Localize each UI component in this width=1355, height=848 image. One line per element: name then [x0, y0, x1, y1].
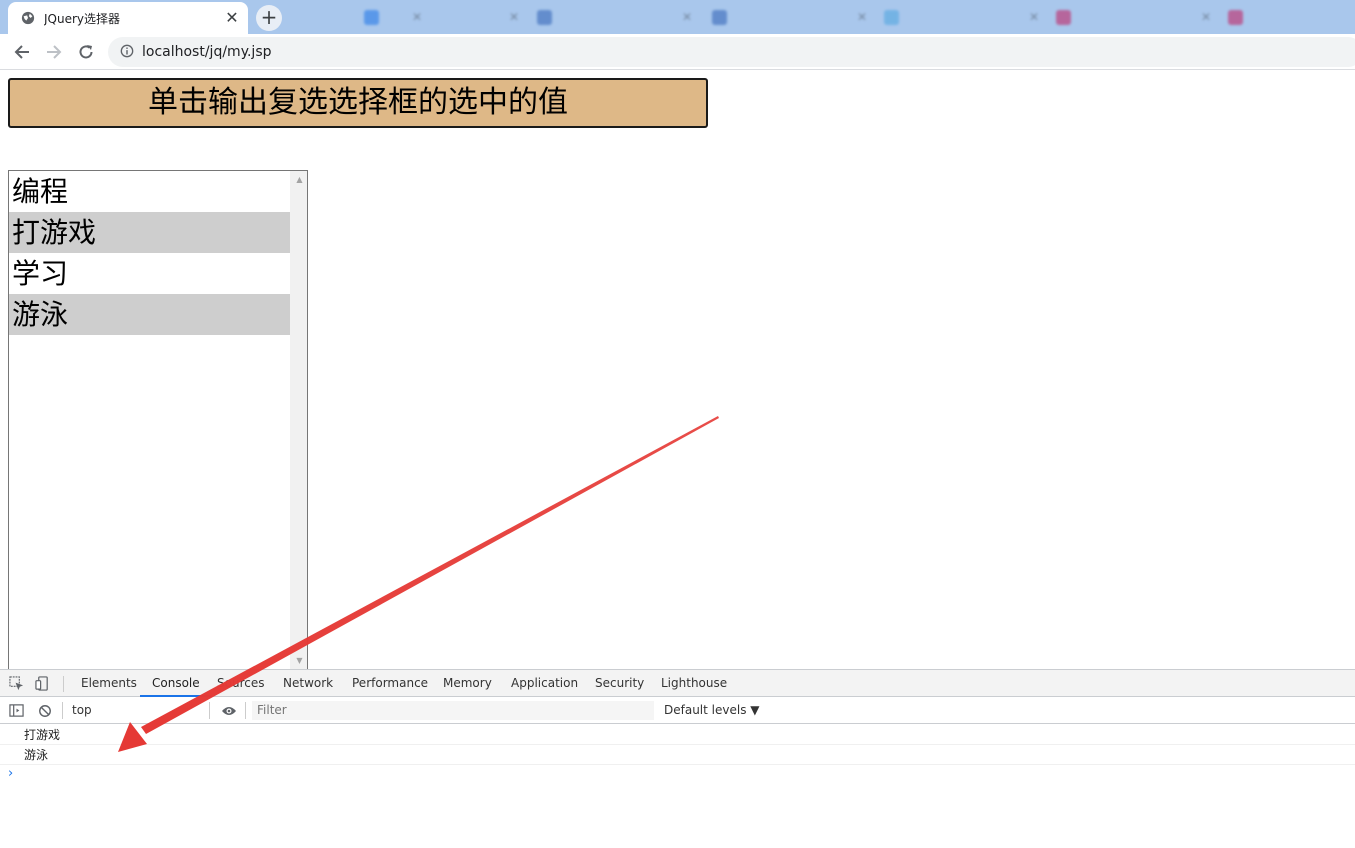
new-tab-button[interactable]: +: [256, 5, 282, 31]
console-filter-input[interactable]: [252, 701, 654, 720]
globe-icon: [20, 10, 36, 26]
background-tab[interactable]: ✕: [712, 6, 867, 28]
inspect-element-icon[interactable]: [8, 675, 25, 692]
multi-select-listbox[interactable]: 编程 打游戏 学习 游泳 ▲ ▼: [8, 170, 308, 670]
eye-icon[interactable]: [220, 702, 237, 719]
address-url: localhost/jq/my.jsp: [142, 44, 272, 60]
background-tab[interactable]: ✕: [884, 6, 1039, 28]
console-log-line: 打游戏: [0, 725, 1355, 745]
devtools-tab-sources[interactable]: Sources: [217, 670, 264, 697]
devtools-tab-application[interactable]: Application: [511, 670, 578, 697]
devtools-tab-elements[interactable]: Elements: [81, 670, 137, 697]
device-toolbar-icon[interactable]: [34, 675, 51, 692]
select-options: 编程 打游戏 学习 游泳: [9, 171, 307, 335]
select-option[interactable]: 学习: [9, 253, 290, 294]
background-tab[interactable]: ✕: [537, 6, 692, 28]
devtools-separator: [63, 676, 64, 692]
toolbar-separator: [245, 702, 246, 719]
tab-favicon-icon: [1228, 9, 1243, 25]
reload-icon[interactable]: [72, 38, 100, 66]
background-tab[interactable]: ✕: [364, 6, 519, 28]
tab-favicon-icon: [364, 9, 379, 25]
info-icon[interactable]: [120, 43, 134, 62]
console-toolbar: top Default levels ▼: [0, 697, 1355, 724]
browser-tabstrip: JQuery选择器 ✕ + ✕ ✕ ✕ ✕ ✕ ✕ ✕: [0, 0, 1355, 34]
close-tab-icon[interactable]: ✕: [1029, 10, 1039, 24]
page-content: 单击输出复选选择框的选中的值 编程 打游戏 学习 游泳 ▲ ▼: [0, 71, 1355, 670]
select-option[interactable]: 编程: [9, 171, 290, 212]
close-tab-icon[interactable]: ✕: [857, 10, 867, 24]
toolbar-separator: [209, 702, 210, 719]
back-arrow-icon[interactable]: [8, 38, 36, 66]
background-tab[interactable]: ✕: [1056, 6, 1211, 28]
address-bar[interactable]: localhost/jq/my.jsp: [108, 37, 1355, 67]
log-levels-dropdown[interactable]: Default levels ▼: [664, 697, 760, 724]
console-output: 打游戏 游泳 ›: [0, 725, 1355, 785]
sidebar-toggle-icon[interactable]: [8, 702, 25, 719]
console-prompt[interactable]: ›: [0, 765, 1355, 785]
scroll-down-arrow-icon[interactable]: ▼: [291, 652, 307, 669]
forward-arrow-icon[interactable]: [40, 38, 68, 66]
tab-favicon-icon: [884, 9, 899, 25]
tab-favicon-icon: [1056, 9, 1071, 25]
select-option[interactable]: 游泳: [9, 294, 290, 335]
close-tab-icon[interactable]: ✕: [1201, 10, 1211, 24]
select-option[interactable]: 打游戏: [9, 212, 290, 253]
background-tab[interactable]: ✕: [1228, 6, 1355, 28]
output-selected-button[interactable]: 单击输出复选选择框的选中的值: [8, 78, 708, 128]
browser-toolbar: localhost/jq/my.jsp: [0, 34, 1355, 70]
toolbar-separator: [62, 702, 63, 719]
close-tab-icon[interactable]: ✕: [222, 8, 242, 28]
tab-title: JQuery选择器: [44, 11, 121, 26]
tab-favicon-icon: [537, 9, 552, 25]
console-log-line: 游泳: [0, 745, 1355, 765]
console-messages: 打游戏 游泳: [0, 725, 1355, 765]
devtools-tab-security[interactable]: Security: [595, 670, 644, 697]
browser-tab-active[interactable]: JQuery选择器 ✕: [8, 2, 248, 34]
devtools-tab-memory[interactable]: Memory: [443, 670, 492, 697]
devtools-tab-bar: Elements Console Sources Network Performance…: [0, 670, 1355, 697]
devtools-tab-network[interactable]: Network: [283, 670, 333, 697]
clear-console-icon[interactable]: [36, 702, 53, 719]
devtools-tab-lighthouse[interactable]: Lighthouse: [661, 670, 727, 697]
listbox-scrollbar[interactable]: ▲ ▼: [290, 171, 307, 669]
close-tab-icon[interactable]: ✕: [509, 10, 519, 24]
devtools-tab-console[interactable]: Console: [140, 670, 212, 697]
tab-favicon-icon: [712, 9, 727, 25]
close-tab-icon[interactable]: ✕: [682, 10, 692, 24]
devtools-tab-performance[interactable]: Performance: [352, 670, 428, 697]
devtools-panel: Elements Console Sources Network Performance…: [0, 669, 1355, 848]
context-selector[interactable]: top: [72, 697, 92, 724]
scroll-up-arrow-icon[interactable]: ▲: [291, 171, 307, 188]
